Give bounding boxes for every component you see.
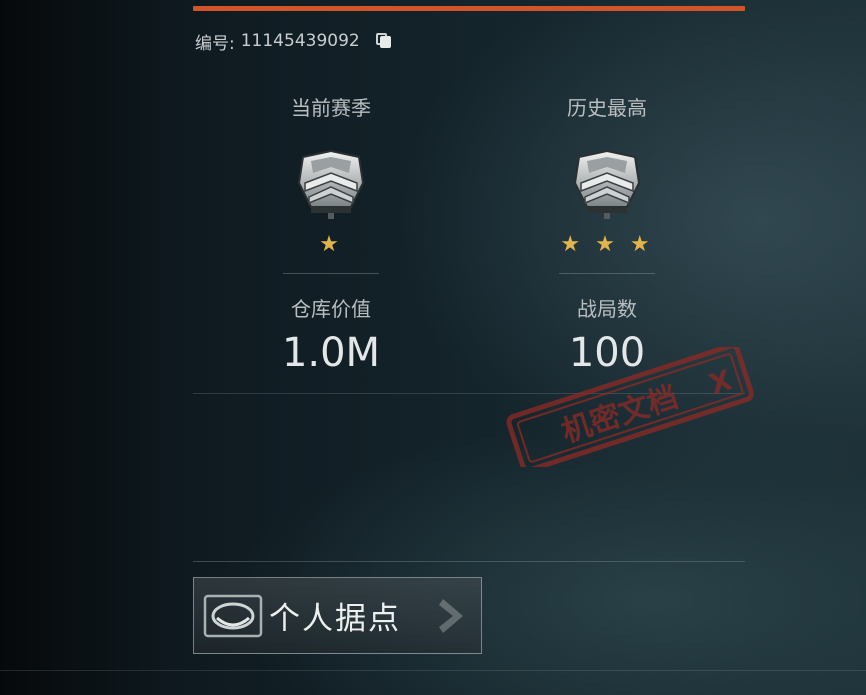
match-count-label: 战局数 [577,297,637,321]
rank-badge-icon [573,149,641,219]
warehouse-value-label: 仓库价值 [291,297,371,321]
history-best-title: 历史最高 [567,96,647,120]
svg-text:X: X [705,363,736,401]
chevron-right-icon [439,599,463,633]
player-id-value: 11145439092 [240,31,360,51]
player-id-row: 编号: 11145439092 [195,30,392,54]
divider [559,273,655,274]
personal-base-label: 个人据点 [269,601,401,637]
confidential-stamp: 机密文档 X [506,347,754,467]
player-id-label: 编号: [195,33,235,54]
warehouse-value: 1.0M [281,330,381,376]
rank-badge-icon [297,149,365,219]
section-divider [193,561,745,562]
history-best-stars: ★ ★ ★ [560,232,654,257]
bottom-divider [0,670,866,671]
base-icon [203,594,263,637]
copy-icon[interactable] [375,33,392,49]
current-season-stars: ★ [319,232,343,257]
accent-bar [193,6,745,11]
personal-base-button[interactable]: 个人据点 [193,577,482,654]
current-season-title: 当前赛季 [291,96,371,120]
divider [283,273,379,274]
